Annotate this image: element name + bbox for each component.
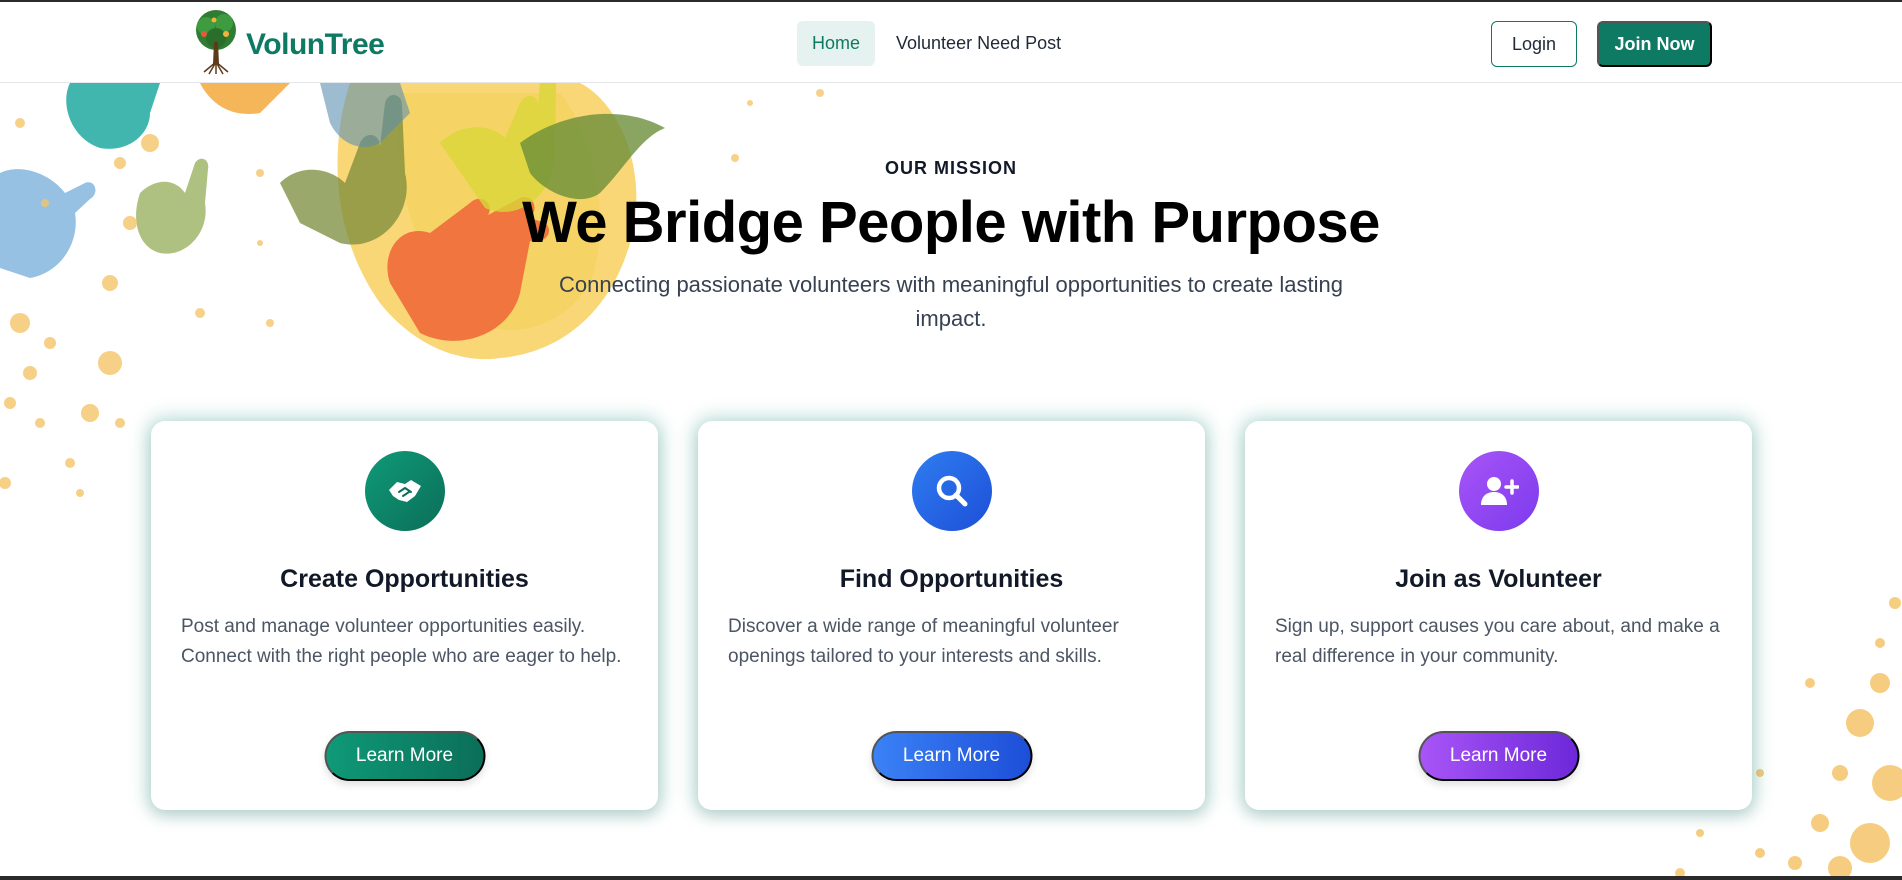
- card-find-opportunities: Find Opportunities Discover a wide range…: [698, 421, 1205, 810]
- nav-links: Home Volunteer Need Post: [797, 21, 1076, 66]
- join-now-button[interactable]: Join Now: [1597, 21, 1712, 67]
- hand-shape: [320, 83, 410, 147]
- window-bottom-border: [0, 876, 1902, 880]
- nav-volunteer-need-post[interactable]: Volunteer Need Post: [881, 21, 1076, 66]
- card-title: Find Opportunities: [839, 565, 1064, 593]
- feature-cards: Create Opportunities Post and manage vol…: [151, 421, 1752, 810]
- learn-more-button[interactable]: Learn More: [1418, 731, 1579, 781]
- card-join-as-volunteer: Join as Volunteer Sign up, support cause…: [1245, 421, 1752, 810]
- learn-more-button[interactable]: Learn More: [324, 731, 485, 781]
- card-title: Join as Volunteer: [1395, 565, 1602, 593]
- tree-icon: [196, 10, 236, 75]
- learn-more-button[interactable]: Learn More: [871, 731, 1032, 781]
- nav-actions: Login Join Now: [1491, 21, 1712, 67]
- top-navbar: VolunTree Home Volunteer Need Post Login…: [0, 0, 1902, 83]
- hand-shape: [200, 83, 290, 114]
- page-title: We Bridge People with Purpose: [522, 190, 1380, 255]
- mission-hero: OUR MISSION We Bridge People with Purpos…: [0, 158, 1902, 336]
- hero-subtitle: Connecting passionate volunteers with me…: [559, 272, 1343, 331]
- brand-name: VolunTree: [246, 28, 385, 61]
- user-plus-icon: [1458, 451, 1539, 531]
- hand-shape: [66, 83, 160, 149]
- card-description: Sign up, support causes you care about, …: [1275, 616, 1720, 667]
- card-description: Discover a wide range of meaningful volu…: [728, 616, 1119, 667]
- brand[interactable]: VolunTree: [190, 8, 385, 76]
- login-button[interactable]: Login: [1491, 21, 1577, 67]
- section-eyebrow: OUR MISSION: [884, 158, 1017, 178]
- card-description: Post and manage volunteer opportunities …: [181, 616, 622, 667]
- card-title: Create Opportunities: [280, 565, 529, 593]
- nav-home[interactable]: Home: [797, 21, 876, 66]
- search-icon: [911, 451, 992, 531]
- handshake-icon: [364, 451, 445, 531]
- card-create-opportunities: Create Opportunities Post and manage vol…: [151, 421, 658, 810]
